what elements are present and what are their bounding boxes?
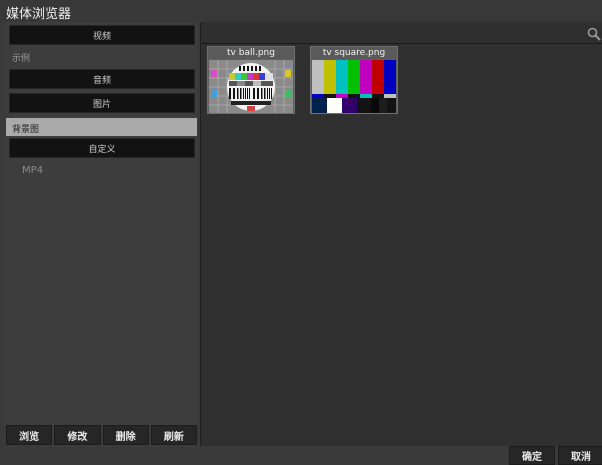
refresh-button[interactable]: 刷新: [150, 425, 197, 445]
category-item-background[interactable]: 背景图: [6, 118, 197, 136]
category-header-custom[interactable]: 自定义: [9, 138, 195, 158]
modify-button[interactable]: 修改: [54, 425, 101, 445]
category-panel: 视频 示例 音频 图片 背景图 自定义 MP4: [6, 22, 197, 446]
window-title: 媒体浏览器: [0, 0, 602, 22]
browse-button[interactable]: 浏览: [6, 425, 53, 445]
test-card-image: [209, 60, 293, 113]
media-item[interactable]: tv ball.png: [207, 46, 295, 114]
dialog-footer: 确定 取消: [0, 446, 602, 465]
category-item-mp4[interactable]: MP4: [16, 161, 207, 179]
category-header-image[interactable]: 图片: [9, 93, 195, 113]
search-icon[interactable]: [587, 27, 601, 41]
media-item[interactable]: tv square.png: [310, 46, 398, 114]
category-item-example[interactable]: 示例: [6, 47, 197, 65]
category-header-audio[interactable]: 音频: [9, 69, 195, 89]
cancel-button[interactable]: 取消: [558, 446, 602, 465]
media-item-name: tv ball.png: [208, 47, 294, 59]
delete-button[interactable]: 删除: [102, 425, 149, 445]
search-bar: [201, 24, 602, 44]
category-action-bar: 浏览 修改 删除 刷新: [6, 425, 197, 445]
media-item-name: tv square.png: [311, 47, 397, 59]
color-bars-image: [312, 60, 396, 113]
ok-button[interactable]: 确定: [509, 446, 555, 465]
category-header-video[interactable]: 视频: [9, 25, 195, 45]
media-panel: tv ball.png tv square.png: [200, 22, 602, 446]
search-input[interactable]: [205, 26, 581, 42]
